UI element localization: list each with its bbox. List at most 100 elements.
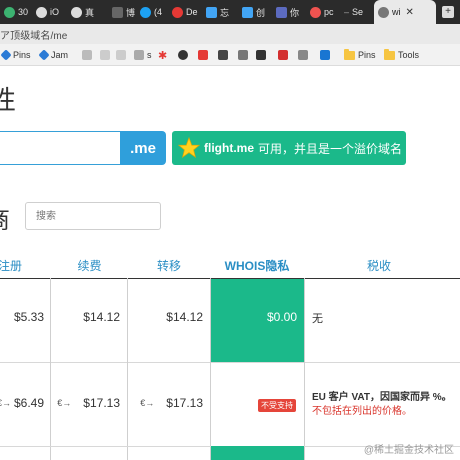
bookmark-h[interactable]	[298, 48, 308, 62]
col-divider	[50, 278, 51, 460]
tab-5[interactable]: (4	[140, 0, 162, 24]
bookmark-jam[interactable]: Jam	[38, 48, 68, 62]
star-icon	[178, 137, 200, 159]
bookmark-tools-folder[interactable]: Tools	[384, 48, 419, 62]
dash-icon: –	[344, 7, 350, 17]
bookmark-pins[interactable]: Pins	[0, 48, 31, 62]
kong-icon	[278, 50, 288, 60]
row-divider	[0, 362, 460, 363]
i-icon	[320, 50, 330, 60]
link-icon	[71, 6, 82, 18]
page-title: 性	[0, 85, 17, 115]
url-text[interactable]: ア顶级域名/me	[0, 27, 67, 42]
cell-tax-vat: EU 客户 VAT，因国家而异 %。	[312, 392, 452, 403]
pricing-title: 商	[0, 200, 10, 235]
frame-icon	[256, 50, 266, 60]
bookmark-pins-folder[interactable]: Pins	[344, 48, 376, 62]
tab-6[interactable]: De	[172, 0, 198, 24]
availability-banner: flight.me 可用，并且是一个溢价域名	[172, 131, 406, 165]
bookmark-e[interactable]	[238, 48, 248, 62]
folder-icon	[344, 48, 355, 60]
currency-icon[interactable]: €→	[0, 398, 11, 408]
header-whois[interactable]: WHOIS隐私	[210, 252, 304, 278]
e-icon	[238, 50, 248, 60]
bookmark-github[interactable]	[178, 48, 188, 62]
cell-tax-note: 不包括在列出的价格。	[312, 406, 412, 417]
available-domain: flight.me	[204, 141, 254, 155]
bookmark-icon	[116, 50, 126, 60]
page-icon	[276, 6, 287, 18]
currency-icon[interactable]: €→	[140, 398, 154, 408]
asterisk-icon: ✱	[158, 49, 168, 62]
header-register[interactable]: 注册	[0, 252, 30, 278]
search-input[interactable]	[25, 202, 161, 230]
currency-icon[interactable]: €→	[57, 398, 71, 408]
header-renew[interactable]: 续费	[52, 252, 127, 278]
twitter-icon	[140, 6, 151, 18]
tab-11[interactable]: – Se	[344, 0, 363, 24]
link-icon	[36, 6, 47, 18]
cell-transfer: $14.12	[166, 310, 203, 324]
tld-button[interactable]: .me	[120, 131, 166, 165]
diamond-icon	[0, 49, 12, 61]
d-icon	[218, 50, 228, 60]
doc-icon	[112, 6, 123, 18]
pinwheel-icon	[134, 50, 144, 60]
cell-register: €→$6.49	[0, 396, 44, 410]
bookmark-g[interactable]	[198, 48, 208, 62]
bookmark-d[interactable]	[218, 48, 228, 62]
cell-renew: $14.12	[83, 310, 120, 324]
watermark: @稀土掘金技术社区	[363, 445, 454, 456]
close-icon[interactable]: ✕	[406, 7, 414, 18]
tab-1[interactable]: 30	[4, 0, 28, 24]
cell-renew: €→ $17.13	[57, 396, 120, 410]
pricing-table: 注册 续费 转移 WHOIS隐私 税收 $5.33 $14.12 $14.12 …	[0, 252, 460, 460]
availability-text: 可用，并且是一个溢价域名	[258, 141, 403, 156]
col-divider	[127, 278, 128, 460]
bookmark-icon	[82, 50, 92, 60]
calendar-icon	[206, 6, 217, 18]
bookmark-c[interactable]	[116, 48, 126, 62]
tab-3[interactable]: 真	[71, 0, 94, 24]
cell-transfer: €→ $17.13	[140, 396, 203, 410]
tab-9[interactable]: 你	[276, 0, 299, 24]
cell-tax: 无	[312, 313, 323, 325]
tab-4[interactable]: 博	[112, 0, 135, 24]
plus-icon: +	[442, 6, 454, 18]
new-tab-button[interactable]: +	[442, 0, 454, 24]
address-bar[interactable]: ア顶级域名/me	[0, 24, 460, 44]
bookmark-f[interactable]	[256, 48, 266, 62]
header-transfer[interactable]: 转移	[128, 252, 210, 278]
bookmark-i[interactable]	[320, 48, 330, 62]
tab-8[interactable]: 创	[242, 0, 265, 24]
bookmark-star[interactable]: ✱	[158, 48, 167, 62]
bookmark-b[interactable]	[100, 48, 110, 62]
whois-highlight	[211, 446, 304, 460]
tab-7[interactable]: 忘	[206, 0, 229, 24]
bookmark-a[interactable]	[82, 48, 92, 62]
folder-icon	[384, 48, 395, 60]
globe-icon	[378, 6, 389, 18]
tab-10[interactable]: pc	[310, 0, 334, 24]
bookmark-s[interactable]: s	[134, 48, 152, 62]
cell-whois: $0.00	[266, 310, 297, 324]
diamond-icon	[38, 49, 50, 61]
bookmark-icon	[100, 50, 110, 60]
github-icon	[178, 50, 188, 60]
mail-icon	[242, 6, 253, 18]
col-divider	[304, 278, 305, 460]
h-icon	[298, 50, 308, 60]
pc-icon	[310, 6, 321, 18]
green-circle-icon	[4, 6, 15, 18]
browser-window: 30 iO 真 博 (4 De 忘 创 你 pc – Se wi ✕ + ア顶级域名…	[0, 0, 460, 460]
g-icon	[198, 50, 208, 60]
cell-register: $5.33	[13, 310, 44, 324]
bookmarks-bar: Pins Jam s ✱ Pins Tools	[0, 44, 460, 66]
domain-input[interactable]	[0, 131, 120, 165]
star-red-icon	[172, 6, 183, 18]
tab-active[interactable]: wi ✕	[374, 0, 436, 24]
header-tax[interactable]: 税收	[304, 252, 454, 278]
bookmark-kong[interactable]	[278, 48, 288, 62]
tab-strip: 30 iO 真 博 (4 De 忘 创 你 pc – Se wi ✕ +	[0, 0, 460, 24]
tab-2[interactable]: iO	[36, 0, 59, 24]
